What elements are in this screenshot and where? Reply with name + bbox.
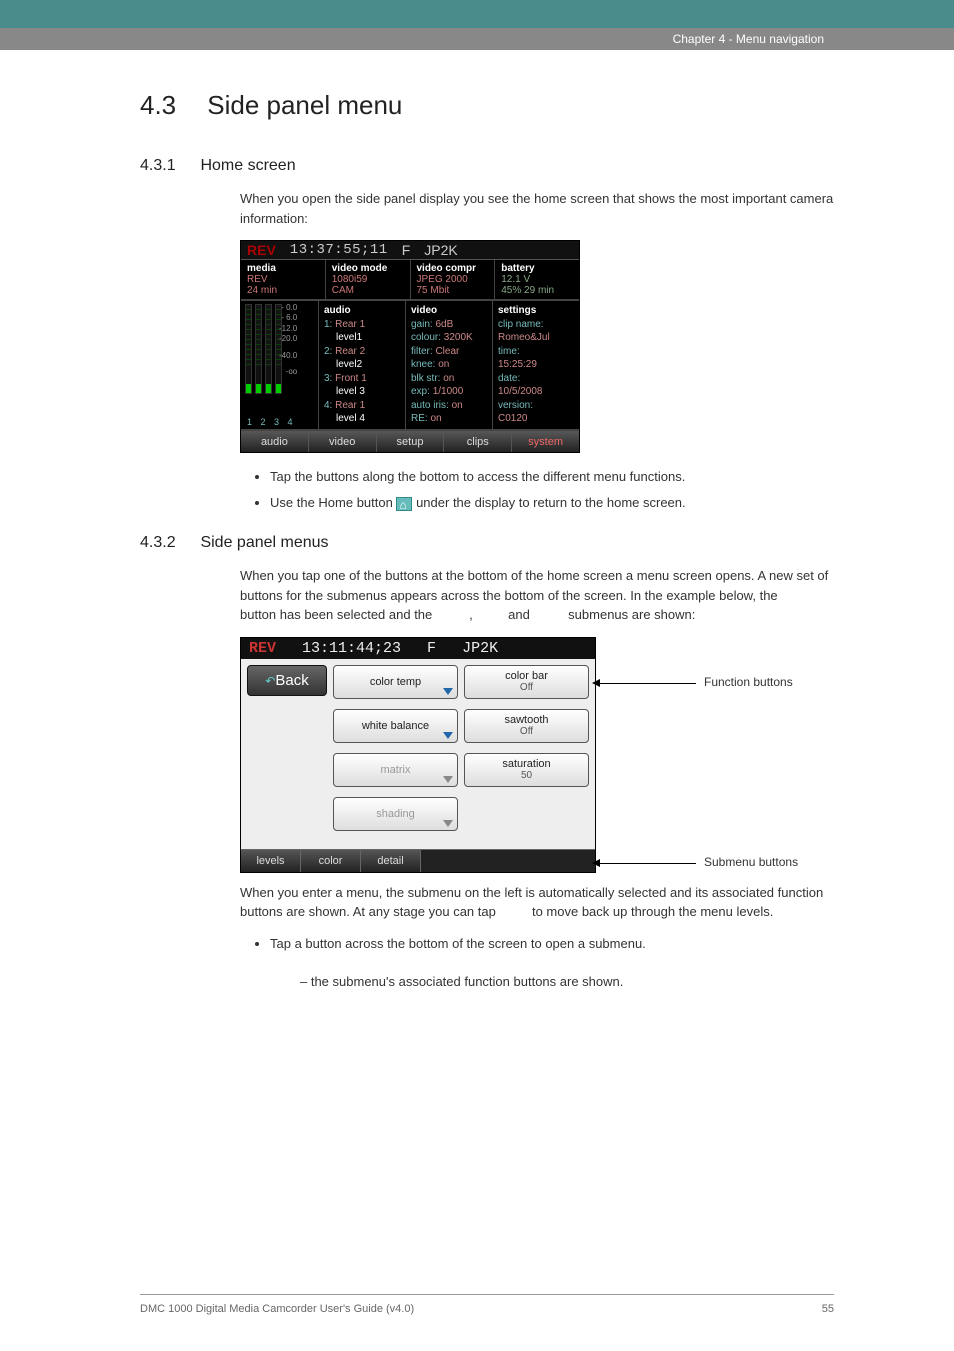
hp-media: media REV 24 min <box>241 260 326 299</box>
sp-header: REV 13:11:44;23 F JP2K <box>241 638 595 659</box>
hp-video-compr: video compr JPEG 2000 75 Mbit <box>411 260 496 299</box>
hp-rev: REV <box>247 242 276 258</box>
callout-function-buttons: Function buttons <box>704 675 793 689</box>
dropdown-icon <box>443 688 453 695</box>
page-footer: DMC 1000 Digital Media Camcorder User's … <box>140 1294 834 1315</box>
sp-codec: JP2K <box>462 640 498 657</box>
intro-431: When you open the side panel display you… <box>240 189 834 228</box>
bullets-432: Tap a button across the bottom of the sc… <box>270 934 834 955</box>
hp-header: REV 13:37:55;11 F JP2K <box>241 241 579 260</box>
callout-submenu-buttons: Submenu buttons <box>704 855 798 869</box>
callout-line <box>600 863 696 864</box>
tab-audio[interactable]: audio <box>241 431 309 452</box>
dropdown-icon <box>443 776 453 783</box>
hp-video-col: video gain: 6dB colour: 3200K filter: Cl… <box>406 301 493 429</box>
sp-f: F <box>427 640 436 657</box>
submenu-panel: REV 13:11:44;23 F JP2K ↶Back color temp … <box>240 637 596 873</box>
fn-saturation[interactable]: saturation50 <box>464 753 589 787</box>
bullet-2: Use the Home button under the display to… <box>270 493 834 514</box>
bullets-431: Tap the buttons along the bottom to acce… <box>270 467 834 515</box>
footer-left: DMC 1000 Digital Media Camcorder User's … <box>140 1303 414 1315</box>
back-arrow-icon: ↶ <box>265 674 275 688</box>
sp-timecode: 13:11:44;23 <box>302 640 401 657</box>
meter-1 <box>245 304 252 394</box>
hp-codec: JP2K <box>424 242 457 258</box>
bullet-1: Tap the buttons along the bottom to acce… <box>270 467 834 488</box>
fn-sawtooth[interactable]: sawtoothOff <box>464 709 589 743</box>
fn-color-temp[interactable]: color temp <box>333 665 458 699</box>
fn-shading[interactable]: shading <box>333 797 458 831</box>
callout-line <box>600 683 696 684</box>
arrowhead-icon <box>592 859 600 867</box>
section-title: 4.3 Side panel menu <box>140 90 834 121</box>
p1-432: When you tap one of the buttons at the b… <box>240 566 834 625</box>
subsection-number-2: 4.3.2 <box>140 534 196 552</box>
dropdown-icon <box>443 820 453 827</box>
dropdown-icon <box>443 732 453 739</box>
hp-top-grid: media REV 24 min video mode 1080i59 CAM … <box>241 260 579 301</box>
section-name: Side panel menu <box>207 90 402 120</box>
hp-settings-col: settings clip name: Romeo&Jul time: 15:2… <box>493 301 579 429</box>
footer-page: 55 <box>822 1303 834 1315</box>
hp-body: - 0.0 - 6.0 -12.0 -20.0 -40.0 -oo 1 2 3 … <box>241 301 579 431</box>
subtab-levels[interactable]: levels <box>241 849 301 872</box>
hp-timecode: 13:37:55;11 <box>290 242 388 258</box>
hp-tabs: audio video setup clips system <box>241 431 579 452</box>
hp-audio-meters: - 0.0 - 6.0 -12.0 -20.0 -40.0 -oo 1 2 3 … <box>241 301 319 429</box>
tab-clips[interactable]: clips <box>444 431 512 452</box>
subtab-empty <box>421 849 595 872</box>
top-teal-bar <box>0 0 954 28</box>
fn-white-balance[interactable]: white balance <box>333 709 458 743</box>
chapter-bar: Chapter 4 - Menu navigation <box>0 28 954 50</box>
subsection-431: 4.3.1 Home screen <box>140 157 834 175</box>
hp-video-mode: video mode 1080i59 CAM <box>326 260 411 299</box>
subbullets-432: the submenu's associated function button… <box>300 974 834 989</box>
meter-scale: - 0.0 - 6.0 -12.0 -20.0 -40.0 -oo <box>279 303 297 377</box>
arrowhead-icon <box>592 679 600 687</box>
subsection-432: 4.3.2 Side panel menus <box>140 534 834 552</box>
subsection-number: 4.3.1 <box>140 157 196 175</box>
tab-setup[interactable]: setup <box>377 431 445 452</box>
meter-nums: 1 2 3 4 <box>247 417 296 427</box>
tab-system[interactable]: system <box>512 431 579 452</box>
fn-color-bar[interactable]: color barOff <box>464 665 589 699</box>
fn-matrix[interactable]: matrix <box>333 753 458 787</box>
bullet-432-1: Tap a button across the bottom of the sc… <box>270 934 834 955</box>
sp-body: ↶Back color temp white balance matrix sh… <box>241 659 595 849</box>
hp-f: F <box>402 242 411 258</box>
meter-3 <box>265 304 272 394</box>
hp-audio-col: audio 1: Rear 1 level1 2: Rear 2 level2 … <box>319 301 406 429</box>
subsection-name: Home screen <box>200 157 295 174</box>
tab-video[interactable]: video <box>309 431 377 452</box>
sp-tabs: levels color detail <box>241 849 595 872</box>
hp-battery: battery 12.1 V 45% 29 min <box>495 260 579 299</box>
chapter-label: Chapter 4 - Menu navigation <box>673 32 824 46</box>
home-icon <box>396 497 412 511</box>
back-button[interactable]: ↶Back <box>247 665 327 696</box>
home-screen-panel: REV 13:37:55;11 F JP2K media REV 24 min … <box>240 240 580 453</box>
meter-2 <box>255 304 262 394</box>
subsection-name-2: Side panel menus <box>200 534 328 551</box>
sp-rev: REV <box>249 640 276 657</box>
p2-432: When you enter a menu, the submenu on th… <box>240 883 834 922</box>
section-number: 4.3 <box>140 90 200 121</box>
subbullet-432-1: the submenu's associated function button… <box>300 974 834 989</box>
subtab-detail[interactable]: detail <box>361 849 421 872</box>
subtab-color[interactable]: color <box>301 849 361 872</box>
